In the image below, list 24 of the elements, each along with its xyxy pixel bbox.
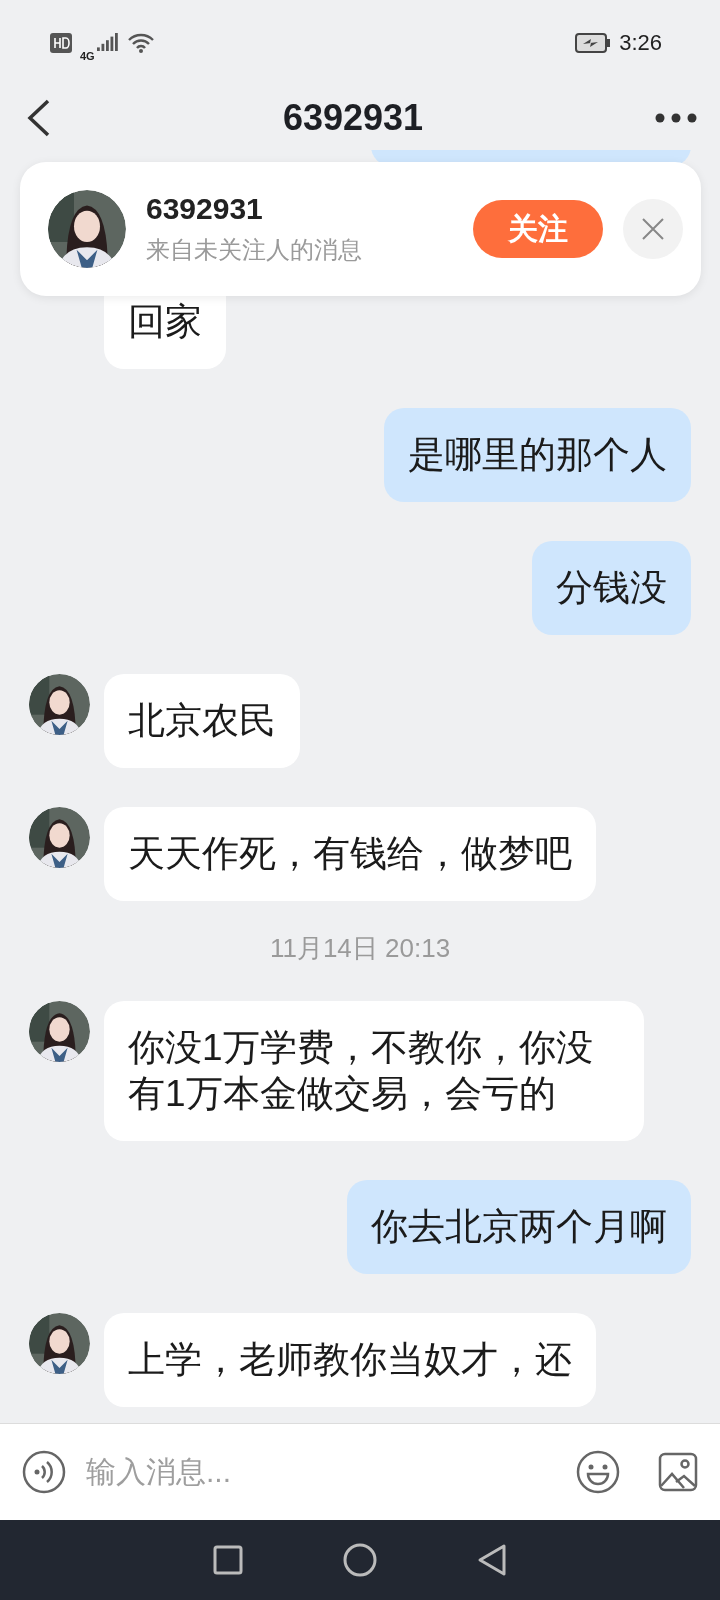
network-label: 4G [80, 50, 95, 62]
sent-message: 是哪里的那个人 [384, 408, 691, 502]
battery-charging-icon [575, 33, 612, 53]
home-button[interactable] [343, 1543, 377, 1577]
chat-title: 6392931 [282, 97, 424, 139]
image-button[interactable] [658, 1452, 698, 1492]
emoji-button[interactable] [576, 1450, 620, 1494]
voice-button[interactable] [22, 1450, 66, 1494]
follow-button[interactable]: 关注 [473, 200, 603, 258]
wifi-icon [126, 32, 155, 54]
received-message: 天天作死，有钱给，做梦吧 [104, 807, 596, 901]
more-button[interactable] [654, 112, 698, 124]
back-nav-button[interactable] [477, 1543, 507, 1577]
sent-message: 你去北京两个月啊 [347, 1180, 691, 1274]
recents-button[interactable] [213, 1545, 243, 1575]
close-icon [641, 217, 665, 241]
timestamp: 11月14日 20:13 [269, 932, 451, 965]
hd-icon [50, 33, 72, 53]
received-message: 你没1万学费，不教你，你没有1万本金做交易，会亏的 [104, 1001, 644, 1141]
received-message: 上学，老师教你当奴才，还 [104, 1313, 596, 1407]
signal-icon [96, 33, 119, 53]
received-message: 北京农民 [104, 674, 300, 768]
sent-message: 分钱没 [532, 541, 691, 635]
clock-time: 3:26 [619, 30, 662, 56]
